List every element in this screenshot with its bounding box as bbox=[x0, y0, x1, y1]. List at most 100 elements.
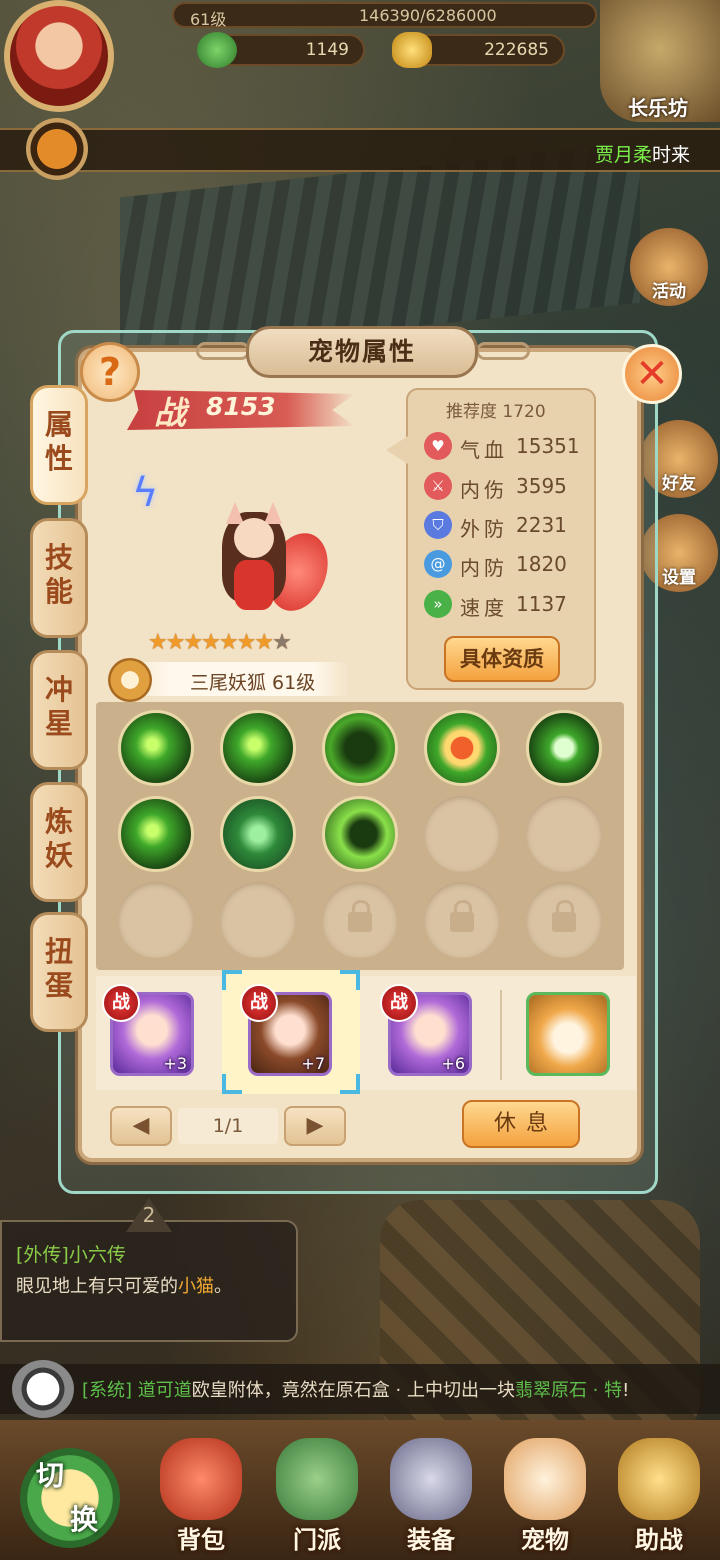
page-indicator: 1/1 bbox=[178, 1108, 278, 1144]
player-exp: 146390/6286000 bbox=[359, 6, 497, 25]
skill-slot-empty[interactable] bbox=[220, 882, 296, 958]
stat-value: 1137 bbox=[516, 592, 567, 616]
tab-refine-char1: 炼 bbox=[44, 805, 73, 838]
tab-gacha-char2: 蛋 bbox=[44, 969, 73, 1002]
skill-slot[interactable] bbox=[118, 710, 194, 786]
nav-pet[interactable]: 宠物 bbox=[490, 1432, 600, 1556]
nav-sect[interactable]: 门派 bbox=[262, 1432, 372, 1556]
gold-ingot-icon bbox=[392, 32, 432, 68]
skill-slot[interactable] bbox=[220, 710, 296, 786]
jade-currency[interactable]: 1149 bbox=[197, 32, 365, 68]
gold-currency[interactable]: 222685 bbox=[392, 32, 565, 68]
broadcast-player-name: 贾月柔 bbox=[594, 144, 652, 166]
nav-bag[interactable]: 背包 bbox=[146, 1432, 256, 1556]
stat-label: 速度 bbox=[460, 596, 508, 620]
pet-plus-level: +3 bbox=[163, 1054, 187, 1073]
star-rating: ★★★★★★★★ bbox=[148, 630, 292, 655]
heart-icon: ♥ bbox=[424, 432, 452, 460]
city-name: 长乐坊 bbox=[628, 96, 688, 120]
tab-attributes-char1: 属 bbox=[44, 408, 73, 441]
tab-skills-char1: 技 bbox=[44, 541, 73, 574]
tab-skills[interactable]: 技 能 bbox=[30, 518, 88, 638]
switch-label-top: 切 bbox=[36, 1459, 65, 1492]
activity-button[interactable]: 活动 bbox=[630, 228, 708, 306]
skill-slot[interactable] bbox=[322, 796, 398, 872]
nav-assist-label: 助战 bbox=[635, 1526, 683, 1554]
skill-slot-empty[interactable] bbox=[118, 882, 194, 958]
stat-value: 3595 bbox=[516, 474, 567, 498]
pet-card-hamster[interactable] bbox=[526, 992, 610, 1076]
chat-message-end: ! bbox=[622, 1380, 630, 1401]
tab-gacha[interactable]: 扭 蛋 bbox=[30, 912, 88, 1032]
chat-bubble-icon[interactable] bbox=[12, 1360, 74, 1418]
skill-slot-locked[interactable] bbox=[322, 882, 398, 958]
pet-body bbox=[234, 560, 274, 610]
battle-badge: 战 bbox=[380, 984, 418, 1022]
nav-pet-label: 宠物 bbox=[521, 1526, 569, 1554]
battle-badge: 战 bbox=[102, 984, 140, 1022]
rest-button[interactable]: 休息 bbox=[462, 1100, 580, 1148]
switch-button[interactable]: 切 换 bbox=[20, 1448, 120, 1548]
pet-name: 三尾妖狐 61级 bbox=[190, 672, 316, 694]
tab-star-up[interactable]: 冲 星 bbox=[30, 650, 88, 770]
stat-value: 15351 bbox=[516, 434, 580, 458]
pet-face bbox=[234, 518, 274, 558]
chat-message-text: 欧皇附体，竟然在原石盒 · 上中切出一块 bbox=[191, 1380, 515, 1401]
level-exp-bar: 61级 146390/6286000 bbox=[172, 2, 597, 29]
quest-desc-suffix: 。 bbox=[214, 1276, 232, 1297]
chat-item-name: 翡翠原石 · 特 bbox=[514, 1380, 623, 1401]
horn-icon[interactable] bbox=[26, 118, 88, 180]
skill-slot[interactable] bbox=[322, 710, 398, 786]
quest-description: 眼见地上有只可爱的小猫。 bbox=[16, 1272, 232, 1298]
broadcast-bar: 贾月柔时来 bbox=[0, 128, 720, 172]
skill-slot-empty[interactable] bbox=[526, 796, 602, 872]
tab-attributes[interactable]: 属 性 bbox=[30, 385, 88, 505]
close-button[interactable]: ✕ bbox=[622, 344, 682, 404]
player-avatar[interactable] bbox=[4, 0, 114, 112]
corner-mark bbox=[222, 1074, 242, 1094]
prev-page-button[interactable]: ◀ bbox=[110, 1106, 172, 1146]
nav-bag-label: 背包 bbox=[177, 1526, 225, 1554]
shield-icon: ⛉ bbox=[424, 511, 452, 539]
combat-power: 8153 bbox=[206, 392, 276, 421]
nav-equipment-label: 装备 bbox=[407, 1526, 455, 1554]
lock-icon bbox=[552, 900, 576, 932]
skill-slot[interactable] bbox=[118, 796, 194, 872]
next-page-button[interactable]: ▶ bbox=[284, 1106, 346, 1146]
stat-value: 1820 bbox=[516, 552, 567, 576]
quest-desc-highlight: 小猫 bbox=[178, 1276, 214, 1297]
pet-model bbox=[208, 498, 338, 628]
recommend-score: 推荐度 1720 bbox=[446, 402, 546, 422]
nav-equipment[interactable]: 装备 bbox=[376, 1432, 486, 1556]
stars-empty: ★ bbox=[272, 630, 292, 655]
title-ornament-right bbox=[476, 342, 530, 360]
aptitude-button[interactable]: 具体资质 bbox=[444, 636, 560, 682]
tab-gacha-char1: 扭 bbox=[44, 935, 73, 968]
tab-attributes-char2: 性 bbox=[44, 442, 73, 475]
power-label: 战 bbox=[154, 394, 187, 432]
quest-title[interactable]: [外传]小六传 bbox=[16, 1240, 126, 1267]
skill-slot-locked[interactable] bbox=[424, 882, 500, 958]
skill-slot-empty[interactable] bbox=[424, 796, 500, 872]
skill-slot-locked[interactable] bbox=[526, 882, 602, 958]
sect-icon bbox=[276, 1438, 358, 1520]
skill-slot[interactable] bbox=[220, 796, 296, 872]
cat-icon bbox=[504, 1438, 586, 1520]
skill-slot[interactable] bbox=[526, 710, 602, 786]
player-level: 61级 bbox=[190, 10, 227, 29]
activity-label: 活动 bbox=[652, 282, 686, 302]
broadcast-suffix: 时来 bbox=[651, 144, 690, 166]
tab-refine-char2: 妖 bbox=[44, 839, 73, 872]
panel-title: 宠物属性 bbox=[246, 326, 478, 378]
bag-icon bbox=[160, 1438, 242, 1520]
stat-label: 外防 bbox=[460, 517, 508, 541]
corner-mark bbox=[340, 1074, 360, 1094]
skill-slot[interactable] bbox=[424, 710, 500, 786]
roster-divider bbox=[500, 990, 502, 1080]
stars-filled: ★★★★★★★ bbox=[148, 630, 274, 655]
chat-player-name: 道可道 bbox=[137, 1380, 192, 1401]
tab-refine[interactable]: 炼 妖 bbox=[30, 782, 88, 902]
gear-icon[interactable] bbox=[108, 658, 152, 702]
nav-assist[interactable]: 助战 bbox=[604, 1432, 714, 1556]
help-button[interactable]: ? bbox=[80, 342, 140, 402]
